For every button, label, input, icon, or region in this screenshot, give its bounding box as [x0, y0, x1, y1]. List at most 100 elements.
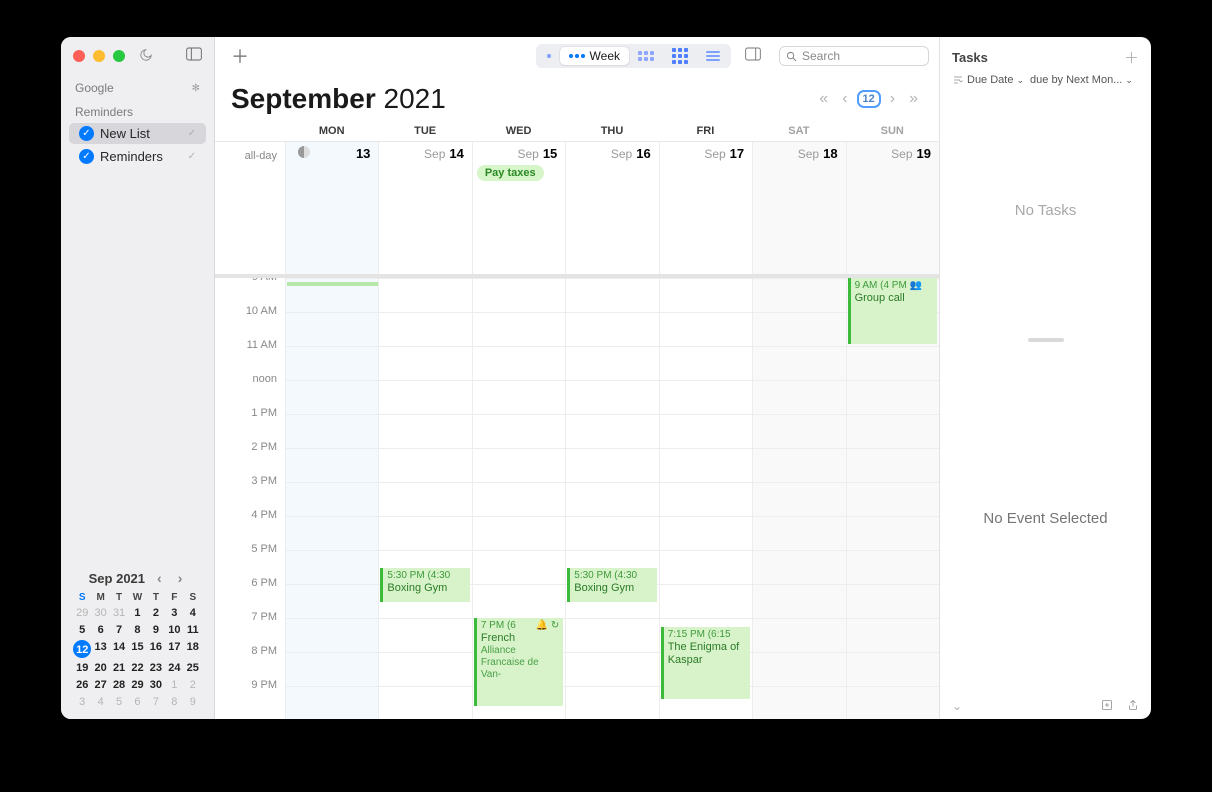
mini-day[interactable]: 1 [128, 606, 146, 620]
mini-day[interactable]: 7 [110, 623, 128, 637]
hour-cell[interactable] [285, 550, 378, 584]
hour-cell[interactable] [752, 550, 845, 584]
hour-cell[interactable] [752, 618, 845, 652]
allday-col[interactable]: Sep14 [378, 142, 471, 274]
view-month[interactable] [629, 49, 663, 63]
hour-cell[interactable] [752, 346, 845, 380]
hour-cell[interactable] [846, 414, 939, 448]
hour-cell[interactable] [846, 652, 939, 686]
hour-cell[interactable] [378, 686, 471, 719]
nav-first[interactable]: « [814, 87, 833, 111]
share-icon[interactable] [1127, 699, 1139, 714]
mini-day[interactable]: 28 [110, 678, 128, 692]
calendar-event[interactable]: 7:15 PM (6:15The Enigma of Kaspar [661, 627, 750, 699]
mini-day[interactable]: 9 [184, 695, 202, 709]
hour-cell[interactable] [565, 686, 658, 719]
hour-cell[interactable] [285, 346, 378, 380]
hour-cell[interactable] [659, 550, 752, 584]
hour-cell[interactable] [565, 482, 658, 516]
allday-col[interactable]: Sep17 [659, 142, 752, 274]
hour-cell[interactable] [752, 482, 845, 516]
hour-cell[interactable] [378, 278, 471, 312]
nav-today[interactable]: 12 [857, 90, 881, 108]
hour-cell[interactable] [285, 584, 378, 618]
mini-day[interactable]: 30 [147, 678, 165, 692]
mini-cal-next[interactable]: › [174, 570, 187, 586]
hour-cell[interactable] [846, 686, 939, 719]
calendar-event[interactable]: 7 PM (6 🔔 ↻FrenchAlliance Francaise de V… [474, 618, 563, 706]
hour-cell[interactable] [846, 618, 939, 652]
mini-day[interactable]: 8 [165, 695, 183, 709]
mini-day[interactable]: 21 [110, 661, 128, 675]
hour-cell[interactable] [378, 414, 471, 448]
list-item[interactable]: ✓Reminders✓ [69, 146, 206, 167]
panel-toggle-icon[interactable] [745, 47, 761, 66]
mini-day[interactable]: 5 [110, 695, 128, 709]
hour-cell[interactable] [285, 380, 378, 414]
add-event-button[interactable]: ＋ [225, 41, 255, 71]
filter-dropdown[interactable]: due by Next Mon... ⌄ [1030, 74, 1133, 86]
hour-cell[interactable] [846, 482, 939, 516]
hour-cell[interactable] [659, 278, 752, 312]
mini-day[interactable]: 8 [128, 623, 146, 637]
hour-cell[interactable] [378, 516, 471, 550]
hour-cell[interactable] [565, 516, 658, 550]
view-week[interactable]: Week [560, 47, 629, 65]
mini-day[interactable]: 29 [73, 606, 91, 620]
mini-day[interactable]: 25 [184, 661, 202, 675]
mini-day[interactable]: 31 [110, 606, 128, 620]
hour-cell[interactable] [565, 448, 658, 482]
hour-cell[interactable] [752, 686, 845, 719]
allday-col[interactable]: Sep18 [752, 142, 845, 274]
mini-day[interactable]: 18 [184, 640, 202, 658]
mini-day[interactable]: 27 [91, 678, 109, 692]
mini-day[interactable]: 24 [165, 661, 183, 675]
sort-dropdown[interactable]: Due Date ⌄ [952, 74, 1024, 86]
hour-cell[interactable] [472, 278, 565, 312]
nav-next[interactable]: › [885, 87, 900, 111]
mini-day[interactable]: 19 [73, 661, 91, 675]
mini-day[interactable]: 3 [73, 695, 91, 709]
mini-day[interactable]: 16 [147, 640, 165, 658]
mini-day[interactable]: 17 [165, 640, 183, 658]
hour-cell[interactable] [565, 278, 658, 312]
hour-cell[interactable] [565, 312, 658, 346]
calendar-event[interactable]: 9 AM (4 PM 👥Group call [848, 278, 937, 344]
hour-cell[interactable] [378, 346, 471, 380]
mini-day[interactable]: 12 [73, 640, 91, 658]
hour-cell[interactable] [378, 380, 471, 414]
hour-cell[interactable] [659, 312, 752, 346]
hour-cell[interactable] [285, 482, 378, 516]
mini-day[interactable]: 4 [184, 606, 202, 620]
allday-col[interactable]: Sep19 [846, 142, 939, 274]
hour-cell[interactable] [565, 414, 658, 448]
moon-icon[interactable] [139, 48, 153, 65]
add-task-button[interactable]: ＋ [1124, 47, 1139, 68]
mini-day[interactable]: 20 [91, 661, 109, 675]
close-icon[interactable] [73, 50, 85, 62]
hour-cell[interactable] [472, 482, 565, 516]
hour-cell[interactable] [752, 278, 845, 312]
hour-cell[interactable] [565, 380, 658, 414]
hour-cell[interactable] [846, 584, 939, 618]
search-input[interactable]: Search [779, 46, 929, 66]
mini-day[interactable]: 29 [128, 678, 146, 692]
view-day[interactable] [538, 52, 560, 60]
hour-cell[interactable] [285, 448, 378, 482]
hour-cell[interactable] [565, 652, 658, 686]
allday-col[interactable]: Sep15Pay taxes [472, 142, 565, 274]
mini-day[interactable]: 23 [147, 661, 165, 675]
mini-day[interactable]: 11 [184, 623, 202, 637]
nav-prev[interactable]: ‹ [837, 87, 852, 111]
mini-day[interactable]: 7 [147, 695, 165, 709]
mini-day[interactable]: 15 [128, 640, 146, 658]
mini-day[interactable]: 10 [165, 623, 183, 637]
mini-day[interactable]: 1 [165, 678, 183, 692]
hour-cell[interactable] [472, 346, 565, 380]
mini-day[interactable]: 13 [91, 640, 109, 658]
hour-cell[interactable] [285, 686, 378, 719]
hour-cell[interactable] [378, 482, 471, 516]
collapse-icon[interactable]: ⌄ [952, 699, 962, 713]
hour-cell[interactable] [752, 584, 845, 618]
hour-cell[interactable] [565, 618, 658, 652]
